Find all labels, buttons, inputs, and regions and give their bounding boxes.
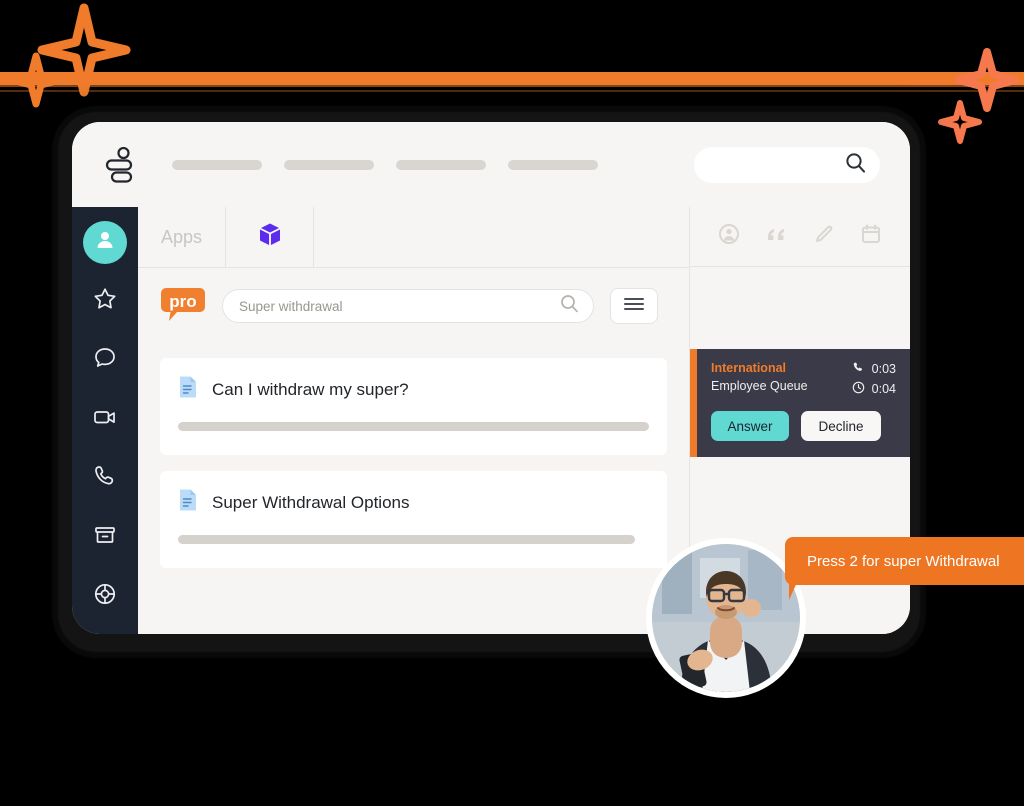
- wait-duration: 0:04: [852, 381, 896, 397]
- decorative-orange-line-2: [0, 85, 1024, 87]
- sidebar-item-video[interactable]: [83, 398, 127, 441]
- svg-text:pro: pro: [169, 292, 196, 311]
- result-card-placeholder-line: [178, 422, 649, 431]
- tab-apps-label: Apps: [160, 226, 203, 247]
- nav-placeholder-4[interactable]: [508, 159, 598, 170]
- phone-icon: [92, 463, 118, 494]
- search-toolbar: pro: [138, 268, 689, 344]
- results-list: Can I withdraw my super? Super Withdrawa…: [138, 344, 689, 584]
- center-column: Apps pro Super withdrawal Can I withdraw…: [138, 207, 689, 634]
- search-input-field[interactable]: [237, 297, 560, 315]
- nav-placeholder-2[interactable]: [284, 159, 374, 170]
- queue-name: International: [711, 361, 787, 375]
- global-search-input[interactable]: [694, 146, 880, 183]
- sparkle-icon: [938, 100, 982, 144]
- search-icon[interactable]: [560, 294, 579, 318]
- hamburger-menu-button[interactable]: [610, 288, 658, 324]
- search-icon: [845, 152, 866, 178]
- decorative-orange-band: [0, 72, 1024, 85]
- call-duration: 0:03: [852, 361, 896, 377]
- phone-icon: [852, 361, 865, 377]
- quote-icon[interactable]: [765, 223, 789, 250]
- tab-cube[interactable]: [226, 207, 314, 267]
- sidebar-item-archive[interactable]: [83, 516, 127, 559]
- result-card[interactable]: Can I withdraw my super?: [160, 358, 667, 455]
- incoming-call-info: International Employee Queue 0:03 0:04: [711, 361, 896, 397]
- tab-apps[interactable]: Apps: [138, 207, 226, 267]
- result-card-header: Can I withdraw my super?: [178, 375, 649, 404]
- screenshot-stage: Apps pro Super withdrawal Can I withdraw…: [0, 0, 1024, 806]
- decorative-orange-line-3: [0, 90, 1024, 92]
- result-card-placeholder-line: [178, 535, 635, 544]
- incoming-call-actions: Answer Decline: [711, 411, 896, 441]
- left-nav-rail: [72, 207, 138, 634]
- nav-placeholder-3[interactable]: [396, 159, 486, 170]
- decline-button[interactable]: Decline: [801, 411, 881, 441]
- person-circle-icon[interactable]: [718, 223, 740, 250]
- cube-icon: [255, 220, 285, 255]
- nav-placeholder-1[interactable]: [172, 159, 262, 170]
- document-icon: [178, 488, 198, 517]
- app-logo[interactable]: [104, 146, 134, 183]
- sidebar-item-messages[interactable]: [83, 339, 127, 382]
- answer-button[interactable]: Answer: [711, 411, 789, 441]
- result-card-header: Super Withdrawal Options: [178, 488, 649, 517]
- result-card-title: Can I withdraw my super?: [212, 379, 409, 399]
- sidebar-item-calls[interactable]: [83, 457, 127, 500]
- avatar: [646, 538, 806, 698]
- video-camera-icon: [92, 404, 118, 435]
- app-top-bar: [72, 122, 910, 207]
- user-avatar-icon: [92, 227, 118, 258]
- callout-text: Press 2 for super Withdrawal: [807, 552, 1000, 570]
- result-card[interactable]: Super Withdrawal Options: [160, 471, 667, 568]
- queue-subtitle: Employee Queue: [711, 379, 808, 393]
- pro-logo[interactable]: pro: [160, 286, 206, 326]
- right-panel-toolbar: [690, 207, 910, 267]
- tab-bar: Apps: [138, 207, 689, 268]
- top-nav-placeholders: [172, 159, 694, 170]
- right-panel-spacer: [690, 267, 910, 349]
- result-card-title: Super Withdrawal Options: [212, 492, 410, 512]
- archive-box-icon: [92, 522, 118, 553]
- pencil-icon[interactable]: [813, 223, 835, 250]
- star-icon: [92, 286, 118, 317]
- target-icon: [92, 581, 118, 612]
- sidebar-item-settings[interactable]: [83, 575, 127, 618]
- sidebar-item-favourites[interactable]: [83, 280, 127, 323]
- incoming-call-card: International Employee Queue 0:03 0:04 A…: [690, 349, 910, 457]
- clock-icon: [852, 381, 865, 397]
- calendar-icon[interactable]: [860, 223, 882, 250]
- call-duration-value: 0:03: [871, 362, 896, 376]
- callout-bubble: Press 2 for super Withdrawal: [785, 537, 1024, 585]
- document-icon: [178, 375, 198, 404]
- search-input[interactable]: [222, 289, 594, 323]
- sparkle-icon: [36, 2, 132, 98]
- hamburger-menu-icon: [623, 296, 645, 317]
- chat-bubble-icon: [92, 345, 118, 376]
- sidebar-item-contacts[interactable]: [83, 221, 127, 264]
- wait-duration-value: 0:04: [871, 382, 896, 396]
